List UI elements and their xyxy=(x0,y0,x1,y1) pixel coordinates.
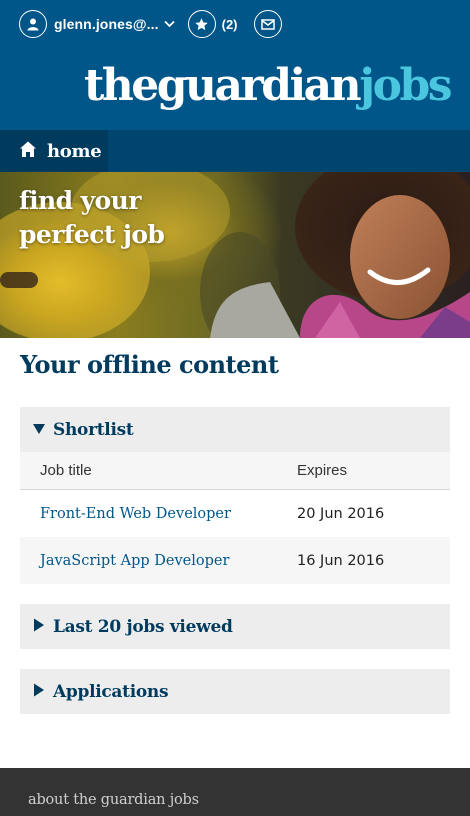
utility-bar: glenn.jones@... (2) xyxy=(19,10,282,38)
page-title: Your offline content xyxy=(20,350,279,379)
column-header-job-title: Job title xyxy=(40,462,92,479)
section-last-viewed-toggle[interactable]: Last 20 jobs viewed xyxy=(20,604,450,649)
table-row: JavaScript App Developer 16 Jun 2016 xyxy=(20,537,450,584)
job-expiry: 16 Jun 2016 xyxy=(297,552,385,569)
triangle-down-icon xyxy=(33,420,45,439)
nav-home-label: home xyxy=(47,140,102,162)
section-shortlist-label: Shortlist xyxy=(53,419,134,440)
hero-line-2: perfect job xyxy=(19,220,165,249)
nav-home[interactable]: home xyxy=(0,130,108,172)
section-last-viewed-label: Last 20 jobs viewed xyxy=(53,616,233,637)
logo-guardian: theguardian xyxy=(83,60,362,111)
hero-tagline: find your perfect job xyxy=(19,184,165,252)
section-shortlist-toggle[interactable]: Shortlist xyxy=(20,407,450,452)
hero-banner: find your perfect job xyxy=(0,172,470,338)
triangle-right-icon xyxy=(33,617,45,636)
section-applications-label: Applications xyxy=(53,681,169,702)
table-header: Job title Expires xyxy=(20,452,450,490)
table-row: Front-End Web Developer 20 Jun 2016 xyxy=(20,490,450,537)
footer-about-link[interactable]: about the guardian jobs xyxy=(28,792,199,808)
shortlist-count[interactable]: (2) xyxy=(222,17,238,32)
header: glenn.jones@... (2) theguardianjobs xyxy=(0,0,470,130)
star-icon[interactable] xyxy=(187,10,216,38)
footer: about the guardian jobs xyxy=(0,768,470,816)
site-logo[interactable]: theguardianjobs xyxy=(83,58,453,114)
chevron-down-icon[interactable] xyxy=(163,20,175,28)
section-applications-toggle[interactable]: Applications xyxy=(20,669,450,714)
triangle-right-icon xyxy=(33,682,45,701)
hero-line-1: find your xyxy=(19,186,141,215)
user-icon[interactable] xyxy=(19,10,47,38)
logo-jobs: jobs xyxy=(359,60,452,111)
shortlist-table: Job title Expires Front-End Web Develope… xyxy=(20,452,450,584)
nav-bar: home xyxy=(0,130,470,172)
job-title-link[interactable]: Front-End Web Developer xyxy=(20,506,297,522)
column-header-expires: Expires xyxy=(297,462,348,479)
job-title-link[interactable]: JavaScript App Developer xyxy=(20,553,297,569)
user-menu-label[interactable]: glenn.jones@... xyxy=(54,16,159,32)
job-expiry: 20 Jun 2016 xyxy=(297,505,385,522)
envelope-icon[interactable] xyxy=(253,10,282,38)
home-icon xyxy=(19,140,37,162)
